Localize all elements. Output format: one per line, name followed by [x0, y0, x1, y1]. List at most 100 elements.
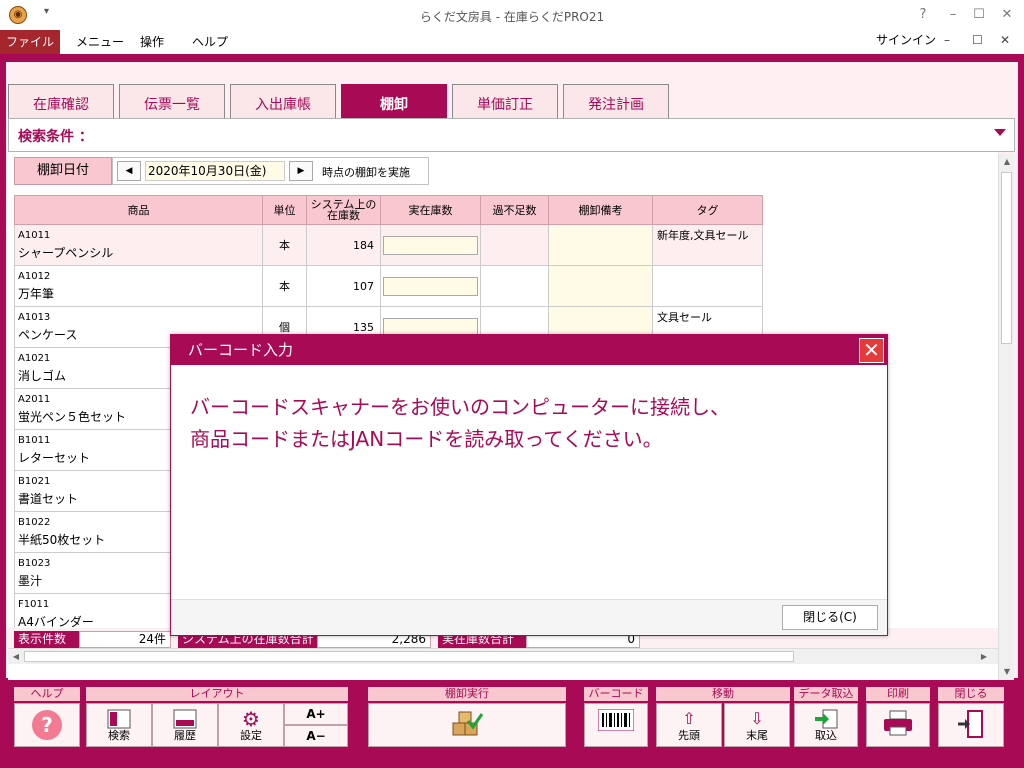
menu-help[interactable]: ヘルプ: [180, 30, 240, 54]
horizontal-scroll-thumb[interactable]: [24, 651, 794, 662]
layout-search-label: 検索: [108, 729, 130, 742]
cell-difference: [480, 265, 549, 307]
dialog-close-button[interactable]: 閉じる(C): [782, 605, 878, 630]
maximize-button[interactable]: ☐: [966, 5, 992, 25]
layout-settings-button[interactable]: ⚙ 設定: [218, 703, 284, 747]
header-actual-qty[interactable]: 実在庫数: [380, 195, 481, 225]
printer-icon: [867, 709, 929, 742]
inventory-date-picker: ◀ 2020年10月30日(金) ▶ 時点の棚卸を実施: [112, 157, 429, 185]
print-button[interactable]: [866, 703, 930, 747]
ribbon-close-icon[interactable]: ✕: [1000, 33, 1010, 47]
cell-actual-qty: [380, 265, 481, 307]
group-print-label: 印刷: [866, 687, 930, 701]
header-difference[interactable]: 過不足数: [480, 195, 549, 225]
group-layout-label: レイアウト: [86, 687, 348, 701]
signin-link[interactable]: サインイン: [876, 31, 936, 48]
up-arrow-icon: ⇧: [682, 709, 696, 728]
font-decrease-button[interactable]: A−: [284, 725, 348, 747]
horizontal-scrollbar[interactable]: ◀ ▶: [8, 648, 998, 664]
header-product[interactable]: 商品: [14, 195, 263, 225]
cell-product[interactable]: A1012 万年筆: [14, 265, 263, 307]
menu-file[interactable]: ファイル: [0, 30, 60, 54]
help-icon[interactable]: ?: [910, 5, 936, 25]
boxes-check-icon: [369, 709, 565, 744]
scroll-up-icon[interactable]: ▲: [999, 154, 1015, 170]
ribbon-restore-icon[interactable]: ☐: [972, 33, 983, 47]
group-help-label: ヘルプ: [14, 687, 80, 701]
search-conditions-bar[interactable]: 検索条件 ：: [8, 118, 1015, 152]
group-move-label: 移動: [656, 687, 790, 701]
dialog-message-line2: 商品コードまたはJANコードを読み取ってください。: [190, 427, 663, 451]
product-code: A1012: [18, 270, 51, 282]
help-button[interactable]: ?: [14, 703, 80, 747]
scroll-right-icon[interactable]: ▶: [976, 649, 992, 665]
barcode-icon: [585, 708, 647, 736]
product-name: 万年筆: [18, 286, 55, 301]
cell-memo[interactable]: [548, 265, 653, 307]
next-date-button[interactable]: ▶: [289, 161, 313, 181]
table-row[interactable]: A1012 万年筆 本 107: [14, 265, 763, 307]
first-button[interactable]: ⇧ 先頭: [656, 703, 722, 747]
header-system-qty[interactable]: システム上の在庫数: [306, 195, 381, 225]
prev-date-button[interactable]: ◀: [117, 161, 141, 181]
bottom-toolbar: ヘルプ ? レイアウト 検索 履歴 ⚙ 設定 A+ A− 棚卸実行 バーコード …: [6, 680, 1018, 760]
font-decrease-icon: A−: [306, 729, 326, 743]
vertical-scrollbar[interactable]: ▲ ▼: [998, 154, 1014, 680]
dialog-message: バーコードスキャナーをお使いのコンピューターに接続し、 商品コードまたはJANコ…: [190, 391, 870, 455]
cell-system-qty: 107: [306, 265, 381, 307]
actual-qty-input[interactable]: [383, 276, 478, 296]
product-code: A1011: [18, 229, 51, 241]
dialog-close-icon[interactable]: ✕: [859, 338, 884, 363]
close-app-button[interactable]: [938, 703, 1004, 747]
last-button[interactable]: ⇩ 末尾: [724, 703, 790, 747]
cell-product[interactable]: A1011 シャープペンシル: [14, 224, 263, 266]
header-memo[interactable]: 棚卸備考: [548, 195, 653, 225]
cell-unit: 本: [262, 265, 307, 307]
header-unit[interactable]: 単位: [262, 195, 307, 225]
inventory-date-label: 棚卸日付: [14, 157, 112, 185]
group-import-label: データ取込: [794, 687, 858, 701]
title-bar: ◉ ▾ らくだ文房具 - 在庫らくだPRO21 ? – ☐ ✕: [0, 0, 1024, 30]
import-button[interactable]: 取込: [794, 703, 858, 747]
count-label: 表示件数: [14, 631, 79, 648]
inventory-date-field[interactable]: 2020年10月30日(金): [145, 161, 285, 181]
menu-menu[interactable]: メニュー: [64, 30, 136, 54]
layout-search-button[interactable]: 検索: [86, 703, 152, 747]
menu-operation[interactable]: 操作: [128, 30, 176, 54]
gear-icon: ⚙: [242, 707, 260, 731]
cell-unit: 本: [262, 224, 307, 266]
ribbon-minimize-icon[interactable]: –: [944, 33, 950, 47]
minimize-button[interactable]: –: [940, 5, 966, 25]
cell-tag: 新年度,文具セール: [652, 224, 763, 266]
exit-door-icon: [939, 709, 1003, 744]
dialog-title: バーコード入力: [171, 335, 887, 365]
close-window-button[interactable]: ✕: [994, 5, 1020, 25]
group-barcode-label: バーコード: [584, 687, 648, 701]
dialog-message-line1: バーコードスキャナーをお使いのコンピューターに接続し、: [190, 395, 730, 419]
group-execute-label: 棚卸実行: [368, 687, 566, 701]
cell-memo[interactable]: [548, 224, 653, 266]
group-close-label: 閉じる: [938, 687, 1004, 701]
table-header-row: 商品 単位 システム上の在庫数 実在庫数 過不足数 棚卸備考 タグ: [14, 195, 763, 225]
scroll-down-icon[interactable]: ▼: [999, 664, 1015, 680]
table-row[interactable]: A1011 シャープペンシル 本 184 新年度,文具セール: [14, 224, 763, 266]
font-increase-button[interactable]: A+: [284, 703, 348, 725]
layout-history-button[interactable]: 履歴: [152, 703, 218, 747]
scroll-left-icon[interactable]: ◀: [8, 649, 24, 665]
vertical-scroll-thumb[interactable]: [1001, 172, 1012, 344]
header-tag[interactable]: タグ: [652, 195, 763, 225]
count-value: 24件: [79, 631, 171, 648]
layout-history-label: 履歴: [174, 729, 196, 742]
import-label: 取込: [815, 729, 837, 742]
expand-arrow-icon[interactable]: [994, 129, 1006, 136]
cell-system-qty: 184: [306, 224, 381, 266]
font-increase-icon: A+: [306, 707, 326, 721]
cell-difference: [480, 224, 549, 266]
execute-inventory-button[interactable]: [368, 703, 566, 747]
product-code: A1013: [18, 311, 51, 323]
cell-actual-qty: [380, 224, 481, 266]
cell-tag: [652, 265, 763, 307]
barcode-input-dialog: バーコード入力 ✕ バーコードスキャナーをお使いのコンピューターに接続し、 商品…: [170, 334, 888, 636]
actual-qty-input[interactable]: [383, 235, 478, 255]
barcode-button[interactable]: [584, 703, 648, 747]
